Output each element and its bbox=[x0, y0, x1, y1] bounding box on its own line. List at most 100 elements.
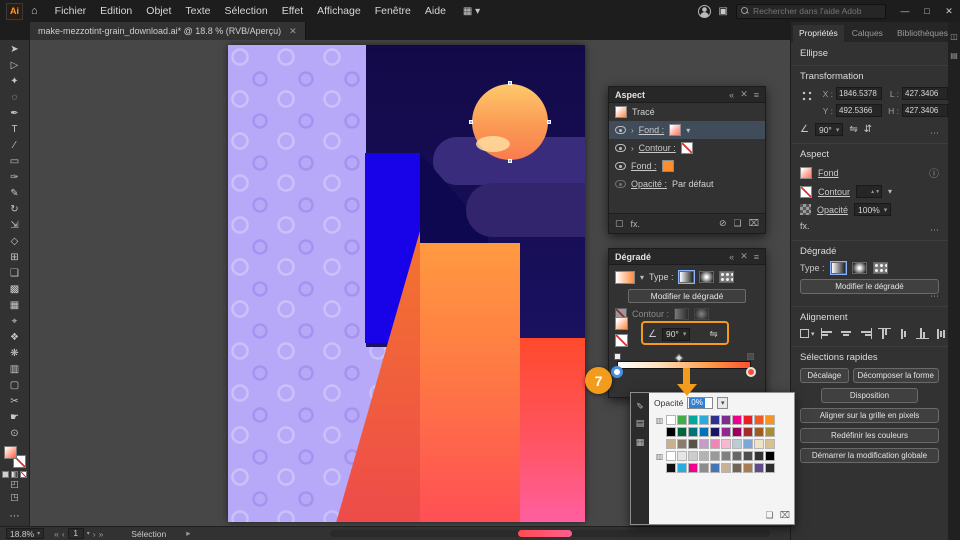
linear-gradient-icon[interactable] bbox=[829, 261, 847, 275]
gradient-angle-select[interactable]: 90° ▾ bbox=[661, 327, 691, 341]
color-swatch[interactable] bbox=[721, 427, 731, 437]
align-right-icon[interactable] bbox=[859, 328, 872, 339]
color-swatch[interactable] bbox=[765, 427, 775, 437]
selection-tool[interactable]: ➤ bbox=[0, 42, 29, 58]
close-icon[interactable]: ✕ bbox=[740, 89, 748, 100]
color-swatch[interactable] bbox=[688, 463, 698, 473]
document-tab[interactable]: make-mezzotint-grain_download.ai* @ 18.8… bbox=[30, 22, 306, 40]
gradient-tool[interactable]: ▩ bbox=[0, 282, 29, 298]
color-panel-icon[interactable]: ▤ bbox=[636, 418, 645, 429]
zoom-tool[interactable]: ⊙ bbox=[0, 426, 29, 442]
tab-bibliotheques[interactable]: Bibliothèques bbox=[891, 25, 954, 42]
previous-artboard-icon[interactable]: ‹ bbox=[62, 529, 65, 539]
visibility-eye-icon[interactable] bbox=[615, 180, 626, 188]
color-swatch[interactable] bbox=[710, 463, 720, 473]
color-swatch[interactable] bbox=[721, 439, 731, 449]
shape-builder-tool[interactable]: ❑ bbox=[0, 266, 29, 282]
transform-x-input[interactable] bbox=[836, 87, 882, 100]
panel-menu-icon[interactable]: ≡ bbox=[754, 252, 759, 262]
anchor-point[interactable] bbox=[469, 120, 473, 124]
collapsed-panel-icon[interactable]: ◫ bbox=[950, 32, 958, 41]
fill-swatch[interactable] bbox=[661, 160, 674, 172]
horizontal-scrollbar[interactable] bbox=[330, 530, 770, 537]
color-swatch[interactable] bbox=[721, 463, 731, 473]
align-top-icon[interactable] bbox=[877, 328, 891, 339]
edit-gradient-button[interactable]: Modifier le dégradé bbox=[800, 279, 939, 294]
more-options-icon[interactable]: ⋯ bbox=[930, 128, 940, 139]
visibility-eye-icon[interactable] bbox=[615, 162, 626, 170]
color-swatch[interactable] bbox=[765, 415, 775, 425]
color-swatch[interactable] bbox=[677, 451, 687, 461]
radial-gradient-icon[interactable] bbox=[698, 271, 714, 283]
color-swatch[interactable] bbox=[688, 439, 698, 449]
color-swatch[interactable] bbox=[710, 439, 720, 449]
rotation-select[interactable]: 90° ▾ bbox=[814, 123, 844, 136]
workspace-switcher-icon[interactable]: ▦ ▾ bbox=[463, 6, 480, 17]
color-swatch[interactable] bbox=[765, 439, 775, 449]
color-swatch[interactable] bbox=[688, 451, 698, 461]
color-swatch[interactable] bbox=[732, 427, 742, 437]
chevron-down-icon[interactable]: ▾ bbox=[686, 126, 690, 135]
search-input[interactable] bbox=[753, 6, 881, 16]
color-swatch[interactable] bbox=[666, 451, 676, 461]
color-swatch[interactable] bbox=[743, 415, 753, 425]
align-left-icon[interactable] bbox=[820, 328, 834, 339]
width-tool[interactable]: ◇ bbox=[0, 234, 29, 250]
color-swatch[interactable] bbox=[732, 463, 742, 473]
appearance-row-fill[interactable]: › Fond : ▾ bbox=[609, 121, 765, 139]
duplicate-icon[interactable]: ❏ bbox=[734, 218, 742, 229]
edit-toolbar-icon[interactable]: ⋯ bbox=[10, 511, 20, 522]
opacity-label[interactable]: Opacité bbox=[817, 205, 848, 215]
radial-gradient-icon[interactable] bbox=[851, 262, 867, 274]
close-button[interactable]: ✕ bbox=[938, 0, 960, 22]
fill-stroke-selector[interactable] bbox=[3, 446, 26, 468]
color-swatch[interactable] bbox=[688, 427, 698, 437]
menu-objet[interactable]: Objet bbox=[139, 0, 178, 22]
distribute-v-icon[interactable] bbox=[935, 328, 948, 339]
color-swatch[interactable] bbox=[743, 439, 753, 449]
last-artboard-icon[interactable]: » bbox=[99, 529, 104, 539]
direct-selection-tool[interactable]: ▷ bbox=[0, 58, 29, 74]
color-swatch[interactable] bbox=[754, 451, 764, 461]
color-swatch[interactable] bbox=[743, 427, 753, 437]
account-avatar[interactable] bbox=[697, 4, 711, 18]
fill-label[interactable]: Fond bbox=[818, 168, 839, 178]
stroke-width-stepper[interactable]: ▲▼ bbox=[856, 185, 883, 198]
menu-aide[interactable]: Aide bbox=[418, 0, 453, 22]
mesh-tool[interactable]: ▦ bbox=[0, 298, 29, 314]
new-swatch-icon[interactable]: ❏ bbox=[766, 510, 774, 521]
menu-effet[interactable]: Effet bbox=[275, 0, 310, 22]
artboard-tool[interactable]: ▢ bbox=[0, 378, 29, 394]
pencil-tool[interactable]: ✎ bbox=[0, 186, 29, 202]
align-middle-icon[interactable] bbox=[897, 328, 910, 339]
artwork-red-strip[interactable] bbox=[520, 338, 585, 522]
artboard-number-input[interactable] bbox=[67, 528, 84, 539]
appearance-row-path[interactable]: Tracé bbox=[609, 103, 765, 121]
color-swatch[interactable] bbox=[721, 451, 731, 461]
flip-horizontal-icon[interactable]: ⇋ bbox=[849, 124, 857, 135]
hand-tool[interactable]: ☛ bbox=[0, 410, 29, 426]
appearance-row-fill2[interactable]: Fond : bbox=[609, 157, 765, 175]
expand-icon[interactable]: › bbox=[631, 144, 634, 153]
blend-tool[interactable]: ❖ bbox=[0, 330, 29, 346]
pen-tool[interactable]: ✒ bbox=[0, 106, 29, 122]
visibility-eye-icon[interactable] bbox=[615, 144, 626, 152]
artwork-orange-building[interactable] bbox=[420, 243, 520, 522]
delete-swatch-icon[interactable]: ⌧ bbox=[780, 510, 790, 521]
color-swatch[interactable] bbox=[754, 427, 764, 437]
type-tool[interactable]: T bbox=[0, 122, 29, 138]
reference-point-locator[interactable] bbox=[800, 89, 814, 103]
close-icon[interactable]: ✕ bbox=[740, 251, 748, 262]
line-segment-tool[interactable]: ∕ bbox=[0, 138, 29, 154]
magic-wand-tool[interactable]: ✦ bbox=[0, 74, 29, 90]
panel-menu-icon[interactable]: ≡ bbox=[754, 90, 759, 100]
delete-icon[interactable]: ⌧ bbox=[749, 218, 759, 229]
transform-y-input[interactable] bbox=[836, 104, 882, 117]
color-swatch[interactable] bbox=[743, 463, 753, 473]
paintbrush-tool[interactable]: ✑ bbox=[0, 170, 29, 186]
scrollbar-thumb[interactable] bbox=[518, 530, 572, 537]
info-icon[interactable]: ⓘ bbox=[929, 165, 939, 180]
free-transform-tool[interactable]: ⊞ bbox=[0, 250, 29, 266]
gradient-mode-icon[interactable] bbox=[11, 471, 18, 478]
menu-fichier[interactable]: Fichier bbox=[48, 0, 94, 22]
